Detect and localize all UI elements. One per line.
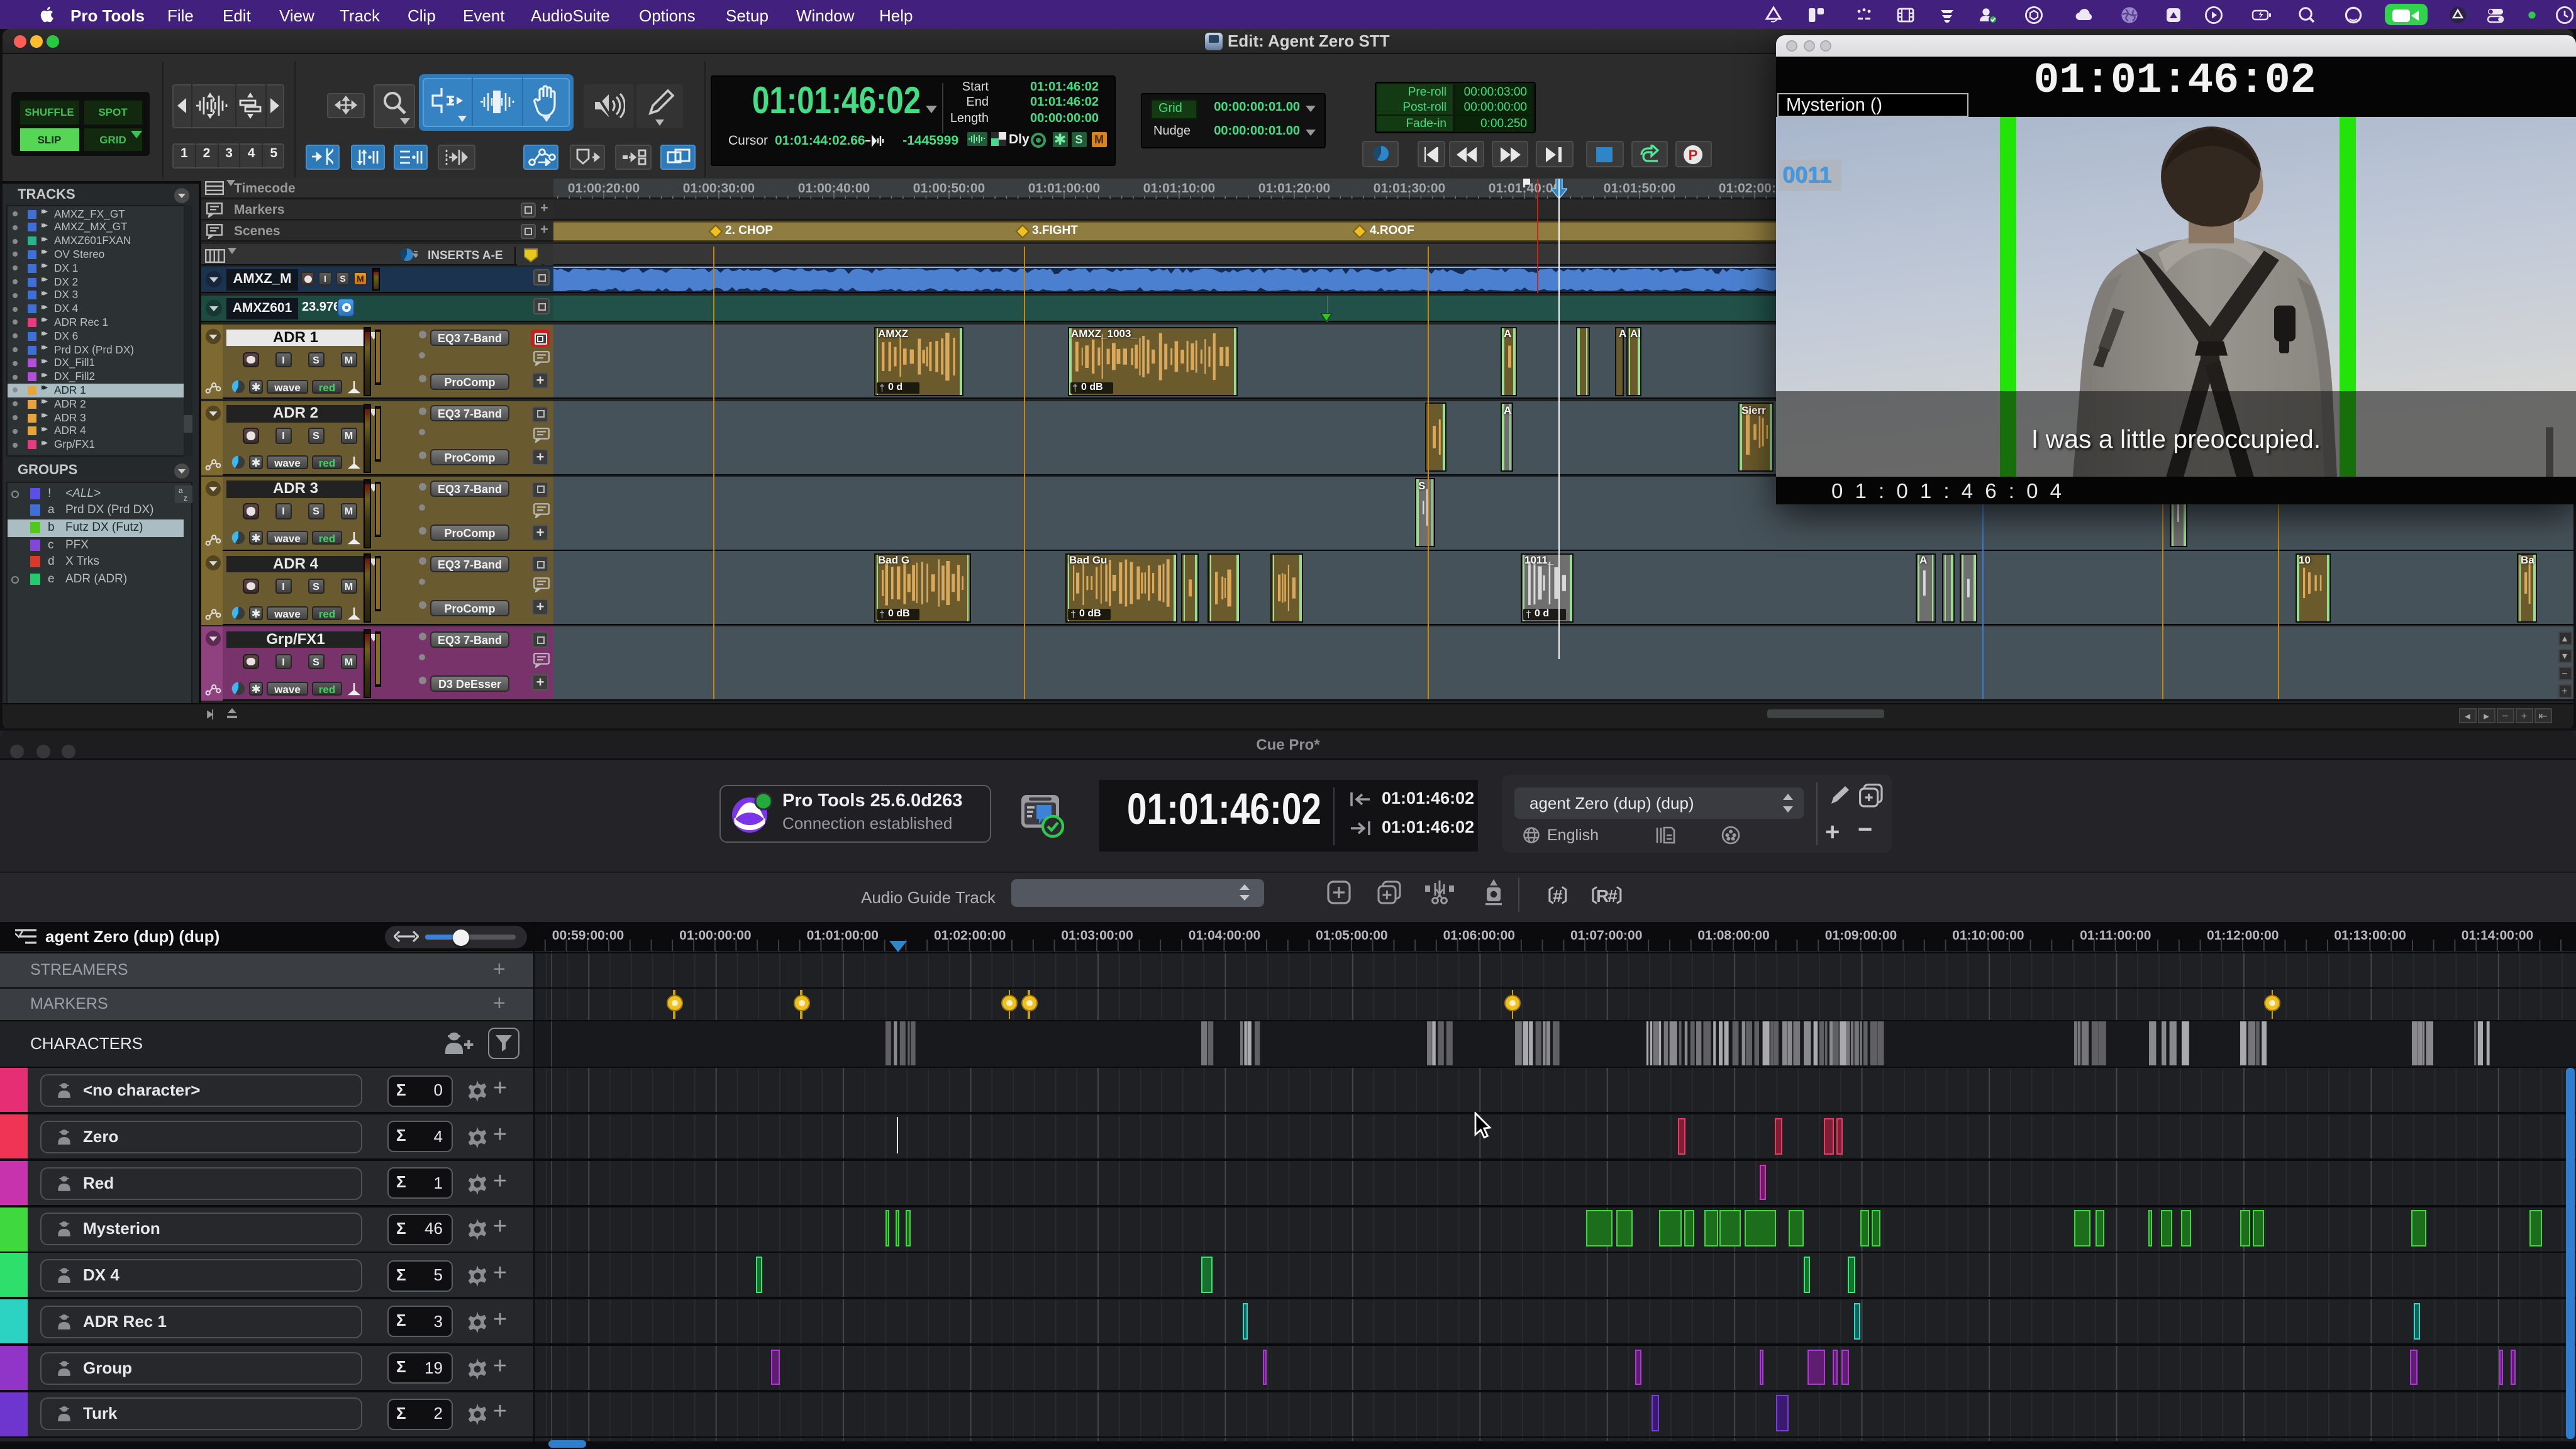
svg-text:a: a <box>179 486 183 495</box>
svg-text:z: z <box>184 494 187 502</box>
svg-text:P: P <box>1689 147 1698 162</box>
